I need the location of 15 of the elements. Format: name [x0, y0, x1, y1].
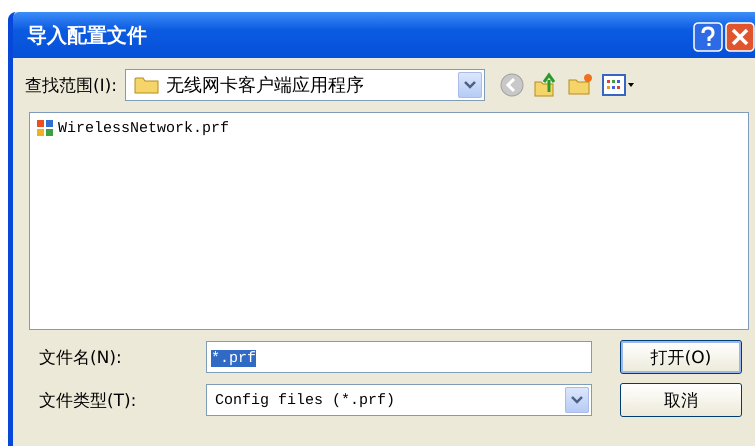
file-type-label: 文件类型(T): — [39, 390, 138, 412]
config-file-icon — [36, 119, 54, 137]
file-item[interactable]: WirelessNetwork.prf — [36, 117, 742, 139]
cancel-button[interactable]: 取消 — [620, 383, 742, 417]
close-icon[interactable] — [725, 22, 755, 52]
file-type-dropdown[interactable]: Config files (*.prf) — [206, 384, 592, 416]
folder-icon — [134, 75, 160, 95]
file-name-label: 文件名(N): — [39, 346, 123, 368]
look-in-label: 查找范围(I): — [25, 74, 118, 96]
look-in-dropdown[interactable]: 无线网卡客户端应用程序 — [125, 69, 486, 101]
file-name-field[interactable]: *.prf — [206, 341, 592, 373]
help-icon[interactable] — [693, 22, 723, 52]
back-icon[interactable] — [499, 72, 526, 98]
window-title: 导入配置文件 — [27, 22, 147, 48]
open-button[interactable]: 打开(O) — [620, 340, 742, 374]
